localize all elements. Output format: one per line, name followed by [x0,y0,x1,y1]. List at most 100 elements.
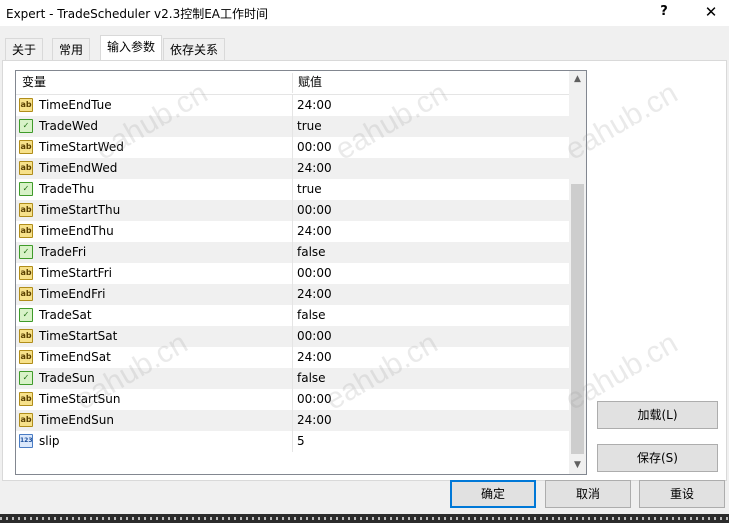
table-row[interactable]: ab TimeStartWed 00:00 [16,137,569,158]
param-value[interactable]: 5 [297,431,305,452]
column-divider[interactable] [292,73,293,93]
bool-param-icon: ✓ [19,182,33,196]
param-name: TimeStartSun [39,392,121,406]
cell-divider [292,221,293,242]
param-name: TradeThu [39,182,95,196]
param-name: TimeEndSun [39,413,114,427]
bool-param-icon: ✓ [19,245,33,259]
parameters-grid[interactable]: 变量 赋值 ab TimeEndTue 24:00 ✓ TradeWed true ab Ti… [15,70,587,475]
cell-divider [292,116,293,137]
table-row[interactable]: ab TimeEndThu 24:00 [16,221,569,242]
grid-rows: ab TimeEndTue 24:00 ✓ TradeWed true ab TimeStar… [16,95,569,452]
table-row[interactable]: ab TimeEndSun 24:00 [16,410,569,431]
param-name: TradeWed [39,119,99,133]
scroll-up-icon[interactable]: ▲ [569,71,586,88]
reset-button[interactable]: 重设 [639,480,725,508]
param-value[interactable]: true [297,116,322,137]
table-row[interactable]: ✓ TradeWed true [16,116,569,137]
string-param-icon: ab [19,224,33,238]
tab-inputs[interactable]: 输入参数 [100,35,163,60]
param-value[interactable]: 24:00 [297,347,332,368]
param-value[interactable]: true [297,179,322,200]
table-row[interactable]: ✓ TradeFri false [16,242,569,263]
param-name: TimeEndSat [39,350,111,364]
table-row[interactable]: ✓ TradeSun false [16,368,569,389]
scroll-down-icon[interactable]: ▼ [569,457,586,474]
param-value[interactable]: 24:00 [297,158,332,179]
param-value[interactable]: 24:00 [297,221,332,242]
param-name: TimeStartThu [39,203,121,217]
string-param-icon: ab [19,203,33,217]
param-name: TradeFri [39,245,87,259]
table-row[interactable]: ✓ TradeSat false [16,305,569,326]
tab-dependencies[interactable]: 依存关系 [163,38,226,60]
cell-divider [292,263,293,284]
table-row[interactable]: ab TimeEndSat 24:00 [16,347,569,368]
table-row[interactable]: 123 slip 5 [16,431,569,452]
table-row[interactable]: ab TimeStartThu 00:00 [16,200,569,221]
table-row[interactable]: ab TimeEndWed 24:00 [16,158,569,179]
param-value[interactable]: 00:00 [297,137,332,158]
table-row[interactable]: ab TimeStartSun 00:00 [16,389,569,410]
column-header-value[interactable]: 赋值 [298,71,322,94]
param-name: TimeStartWed [39,140,124,154]
string-param-icon: ab [19,329,33,343]
cell-divider [292,200,293,221]
cell-divider [292,284,293,305]
string-param-icon: ab [19,140,33,154]
cancel-button[interactable]: 取消 [545,480,631,508]
cell-divider [292,179,293,200]
tab-common[interactable]: 常用 [52,38,91,60]
table-row[interactable]: ab TimeStartFri 00:00 [16,263,569,284]
param-name: TimeEndThu [39,224,114,238]
param-value[interactable]: false [297,305,326,326]
scrollbar-thumb[interactable] [571,184,584,454]
param-name: slip [39,434,60,448]
grid-header: 变量 赋值 [16,71,569,95]
param-value[interactable]: 24:00 [297,410,332,431]
cell-divider [292,347,293,368]
param-value[interactable]: 00:00 [297,389,332,410]
tab-about[interactable]: 关于 [5,38,44,60]
string-param-icon: ab [19,392,33,406]
window-title: Expert - TradeScheduler v2.3控制EA工作时间 [6,7,269,21]
string-param-icon: ab [19,266,33,280]
table-row[interactable]: ab TimeStartSat 00:00 [16,326,569,347]
ok-button[interactable]: 确定 [450,480,536,508]
param-name: TimeEndWed [39,161,118,175]
string-param-icon: ab [19,98,33,112]
param-value[interactable]: 00:00 [297,263,332,284]
param-name: TradeSun [39,371,95,385]
param-name: TimeEndFri [39,287,106,301]
param-value[interactable]: 00:00 [297,200,332,221]
close-button[interactable]: ✕ [693,0,729,26]
title-bar: Expert - TradeScheduler v2.3控制EA工作时间 ? ✕ [0,0,729,26]
cell-divider [292,242,293,263]
string-param-icon: ab [19,287,33,301]
number-param-icon: 123 [19,434,33,448]
param-value[interactable]: 24:00 [297,284,332,305]
cell-divider [292,431,293,452]
vertical-scrollbar[interactable]: ▲ ▼ [569,71,586,474]
param-value[interactable]: false [297,368,326,389]
cell-divider [292,137,293,158]
param-name: TradeSat [39,308,92,322]
param-name: TimeStartSat [39,329,118,343]
table-row[interactable]: ✓ TradeThu true [16,179,569,200]
load-button[interactable]: 加载(L) [597,401,718,429]
table-row[interactable]: ab TimeEndFri 24:00 [16,284,569,305]
cell-divider [292,158,293,179]
bool-param-icon: ✓ [19,308,33,322]
param-value[interactable]: 00:00 [297,326,332,347]
cell-divider [292,368,293,389]
string-param-icon: ab [19,350,33,364]
bool-param-icon: ✓ [19,119,33,133]
dot-pattern [0,517,729,520]
column-header-variable[interactable]: 变量 [22,71,46,94]
save-button[interactable]: 保存(S) [597,444,718,472]
table-row[interactable]: ab TimeEndTue 24:00 [16,95,569,116]
help-button[interactable]: ? [646,0,682,26]
bool-param-icon: ✓ [19,371,33,385]
param-value[interactable]: 24:00 [297,95,332,116]
param-value[interactable]: false [297,242,326,263]
